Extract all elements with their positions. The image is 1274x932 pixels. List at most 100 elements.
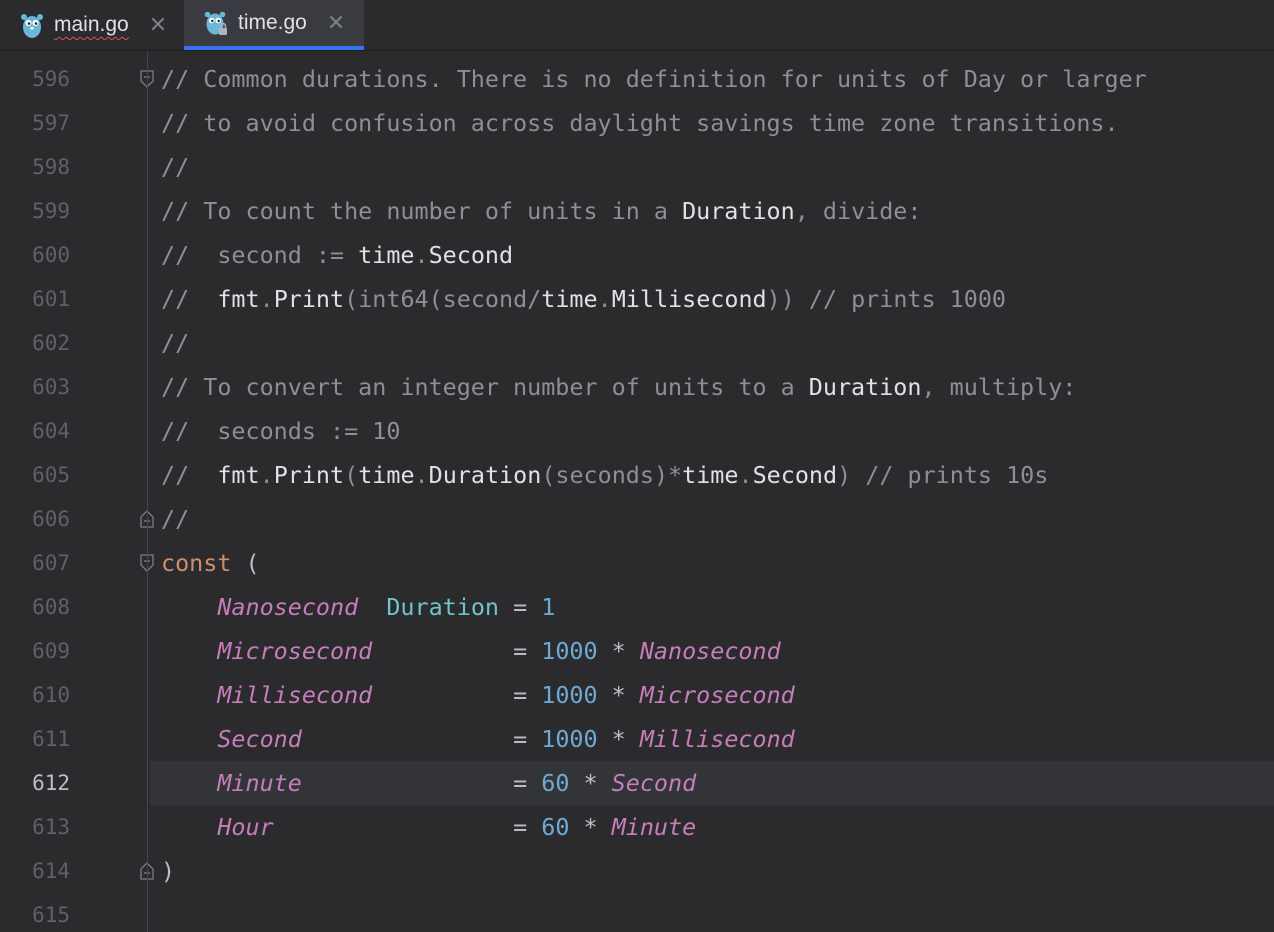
line-number[interactable]: 612	[0, 761, 70, 805]
code-token: Second	[752, 461, 838, 489]
code-line[interactable]: // to avoid confusion across daylight sa…	[161, 101, 1119, 145]
code-line[interactable]: Nanosecond Duration = 1	[161, 585, 555, 629]
code-line[interactable]: //	[161, 145, 189, 189]
close-icon[interactable]: ✕	[149, 14, 167, 36]
code-token: =	[301, 725, 542, 753]
code-token: Duration	[682, 197, 795, 225]
line-number[interactable]: 607	[0, 541, 70, 585]
line-number[interactable]: 596	[0, 57, 70, 101]
line-number[interactable]: 598	[0, 145, 70, 189]
code-editor[interactable]: 596 // Common durations. There is no defi…	[0, 52, 1274, 932]
code-token: =	[273, 813, 542, 841]
line-number[interactable]: 615	[0, 893, 70, 932]
code-line[interactable]: Microsecond = 1000 * Nanosecond	[161, 629, 780, 673]
line-number[interactable]: 606	[0, 497, 70, 541]
code-token: 1000	[541, 725, 598, 753]
code-token: Print	[273, 285, 345, 313]
code-line[interactable]: // fmt.Print(time.Duration(seconds)*time…	[161, 453, 1048, 497]
code-line[interactable]: //	[161, 321, 189, 365]
code-token: //	[161, 329, 190, 357]
code-token: // To convert an integer number of units…	[161, 373, 809, 401]
line-number[interactable]: 605	[0, 453, 70, 497]
code-token: =	[499, 593, 542, 621]
code-token: Hour	[217, 813, 274, 841]
code-token: *	[569, 769, 612, 797]
code-token: Millisecond	[217, 681, 373, 709]
code-token: Print	[273, 461, 345, 489]
code-line[interactable]: // seconds := 10	[161, 409, 400, 453]
code-token: //	[161, 505, 190, 533]
line-number[interactable]: 608	[0, 585, 70, 629]
code-token: Millisecond	[611, 285, 767, 313]
code-token: (seconds)*	[541, 461, 683, 489]
code-line[interactable]: // fmt.Print(int64(second/time.Milliseco…	[161, 277, 1006, 321]
code-token: 1000	[541, 681, 598, 709]
code-line[interactable]: Hour = 60 * Minute	[161, 805, 696, 849]
code-line[interactable]: // Common durations. There is no definit…	[161, 57, 1147, 101]
code-token: )) // prints 1000	[766, 285, 1007, 313]
code-token: //	[161, 285, 218, 313]
code-token: // second :=	[161, 241, 359, 269]
code-token: Microsecond	[217, 637, 373, 665]
code-token: 1	[541, 593, 556, 621]
tab-time-go[interactable]: time.go ✕	[184, 0, 364, 50]
line-number[interactable]: 610	[0, 673, 70, 717]
code-token: Duration	[808, 373, 922, 401]
code-token: Millisecond	[639, 725, 795, 753]
code-token: .	[414, 241, 429, 269]
code-token: , divide:	[794, 197, 922, 225]
code-token: 60	[541, 769, 570, 797]
code-line[interactable]: Minute = 60 * Second	[161, 761, 696, 805]
code-token: (	[344, 461, 359, 489]
code-token: Minute	[217, 769, 302, 797]
close-icon[interactable]: ✕	[327, 12, 345, 34]
line-number[interactable]: 604	[0, 409, 70, 453]
code-token: const	[161, 549, 232, 577]
code-token: *	[569, 813, 612, 841]
code-token: .	[738, 461, 753, 489]
code-line[interactable]: // second := time.Second	[161, 233, 513, 277]
code-line[interactable]: Second = 1000 * Millisecond	[161, 717, 795, 761]
line-number[interactable]: 601	[0, 277, 70, 321]
line-number[interactable]: 609	[0, 629, 70, 673]
tab-main-go[interactable]: main.go ✕	[0, 0, 184, 50]
line-number[interactable]: 611	[0, 717, 70, 761]
code-token: Minute	[611, 813, 697, 841]
code-token: .	[597, 285, 612, 313]
code-token: (	[231, 549, 260, 577]
line-number[interactable]: 597	[0, 101, 70, 145]
code-token: .	[414, 461, 429, 489]
line-number[interactable]: 600	[0, 233, 70, 277]
code-token: // to avoid confusion across daylight sa…	[161, 109, 1119, 137]
code-token: time	[541, 285, 598, 313]
code-line[interactable]: // To count the number of units in a Dur…	[161, 189, 921, 233]
code-line[interactable]: const (	[161, 541, 260, 585]
code-token: // seconds := 10	[161, 417, 401, 445]
gopher-icon	[21, 14, 43, 38]
code-token: Second	[217, 725, 302, 753]
line-number[interactable]: 603	[0, 365, 70, 409]
code-line[interactable]: //	[161, 497, 189, 541]
code-token: //	[161, 461, 218, 489]
editor-tab-bar: main.go ✕ time.go ✕	[0, 0, 1274, 51]
tab-label: time.go	[238, 11, 307, 34]
line-number[interactable]: 613	[0, 805, 70, 849]
line-number[interactable]: 599	[0, 189, 70, 233]
line-number[interactable]: 602	[0, 321, 70, 365]
code-token: =	[372, 637, 542, 665]
code-token: Nanosecond	[217, 593, 359, 621]
code-token: //	[161, 153, 190, 181]
code-token: *	[597, 681, 640, 709]
code-line[interactable]: Millisecond = 1000 * Microsecond	[161, 673, 794, 717]
code-token: *	[597, 725, 640, 753]
code-token: // To count the number of units in a	[161, 197, 683, 225]
gopher-lock-icon	[204, 11, 227, 35]
line-number[interactable]: 614	[0, 849, 70, 893]
code-line[interactable]: // To convert an integer number of units…	[161, 365, 1076, 409]
code-line[interactable]: )	[161, 849, 175, 893]
code-token: time	[682, 461, 739, 489]
